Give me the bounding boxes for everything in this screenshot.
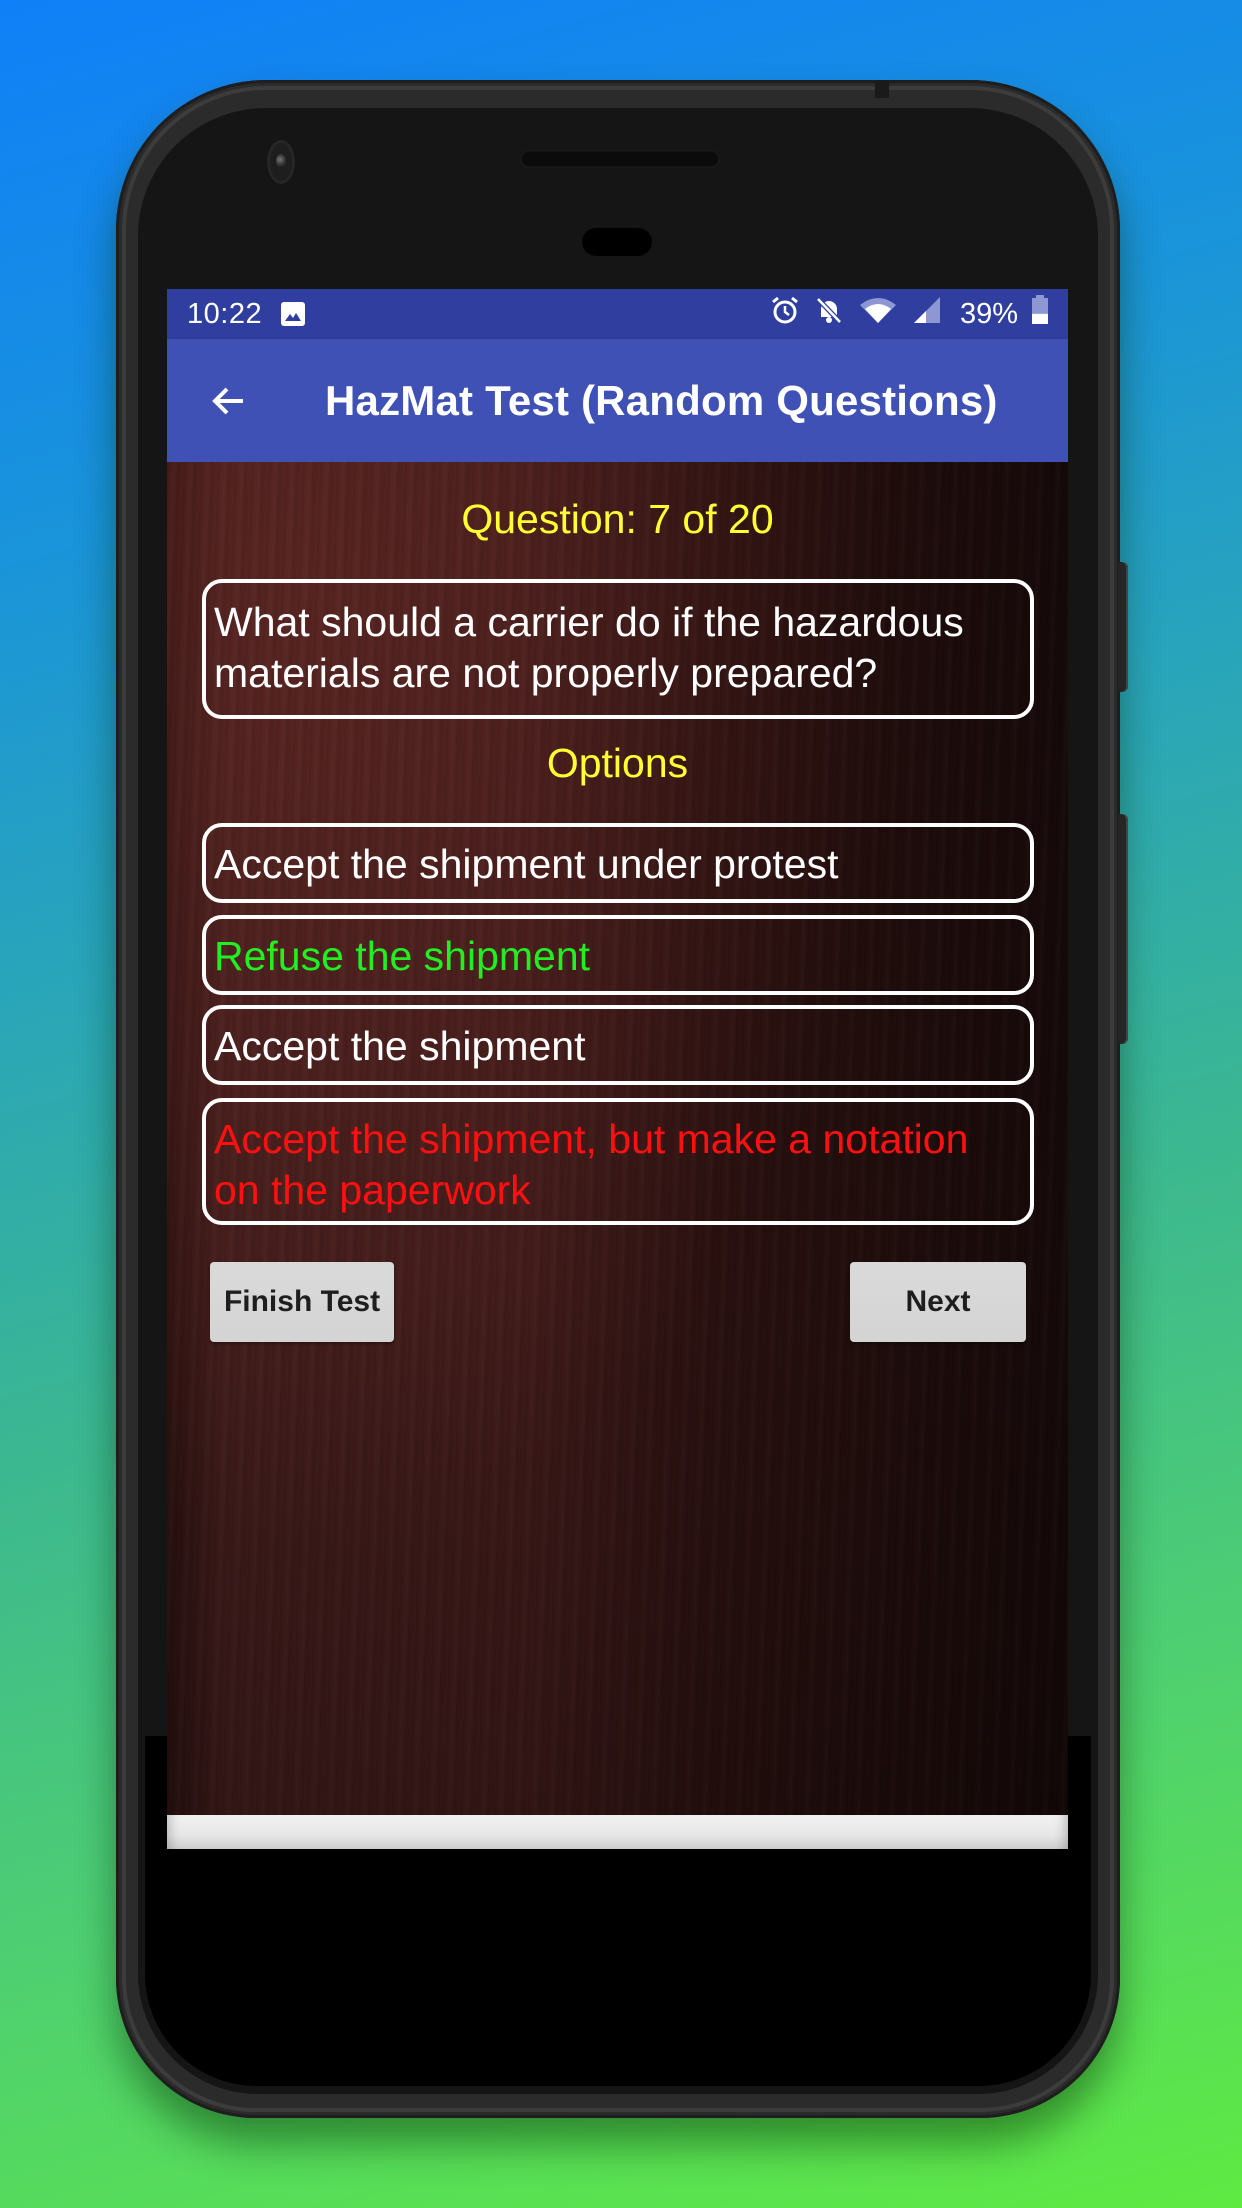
front-camera-icon xyxy=(270,143,292,181)
back-button[interactable] xyxy=(207,379,251,423)
bottom-strip xyxy=(167,1815,1068,1849)
phone-screen: 10:22 39% HazMat Test (Random Questions)… xyxy=(167,289,1068,1879)
app-title: HazMat Test (Random Questions) xyxy=(325,377,998,424)
status-time: 10:22 xyxy=(187,297,263,330)
volume-button xyxy=(1118,814,1128,1044)
app-bar: HazMat Test (Random Questions) xyxy=(167,339,1068,462)
option-4-wrong[interactable]: Accept the shipment, but make a notation… xyxy=(202,1098,1034,1225)
wifi-icon xyxy=(858,295,898,333)
option-2-correct[interactable]: Refuse the shipment xyxy=(202,915,1034,995)
earpiece-speaker xyxy=(520,150,720,168)
proximity-sensor xyxy=(582,228,652,256)
options-heading: Options xyxy=(546,740,689,786)
battery-icon xyxy=(1032,295,1048,333)
cell-signal-icon xyxy=(912,295,942,333)
alarm-icon xyxy=(770,295,800,333)
question-counter: Question: 7 of 20 xyxy=(461,496,774,542)
option-text: Accept the shipment under protest xyxy=(214,841,839,887)
option-3[interactable]: Accept the shipment xyxy=(202,1005,1034,1085)
battery-percent: 39% xyxy=(959,297,1018,330)
option-text: Accept the shipment, but make a notation… xyxy=(214,1116,969,1213)
arrow-left-icon xyxy=(212,387,243,415)
option-text: Refuse the shipment xyxy=(214,933,591,979)
option-text: Accept the shipment xyxy=(214,1023,586,1069)
status-bar: 10:22 39% xyxy=(167,289,1068,339)
phone-antenna-line xyxy=(875,80,889,98)
power-button xyxy=(1118,562,1128,692)
image-notification-icon xyxy=(280,301,306,327)
finish-test-button[interactable]: Finish Test xyxy=(210,1262,394,1342)
question-text: What should a carrier do if the hazardou… xyxy=(214,599,964,696)
question-box: What should a carrier do if the hazardou… xyxy=(202,579,1034,719)
status-icons: 39% xyxy=(770,295,1048,333)
option-1[interactable]: Accept the shipment under protest xyxy=(202,823,1034,903)
next-button[interactable]: Next xyxy=(850,1262,1026,1342)
quiz-content: Question: 7 of 20 What should a carrier … xyxy=(167,462,1068,1815)
bell-muted-icon xyxy=(814,295,844,333)
